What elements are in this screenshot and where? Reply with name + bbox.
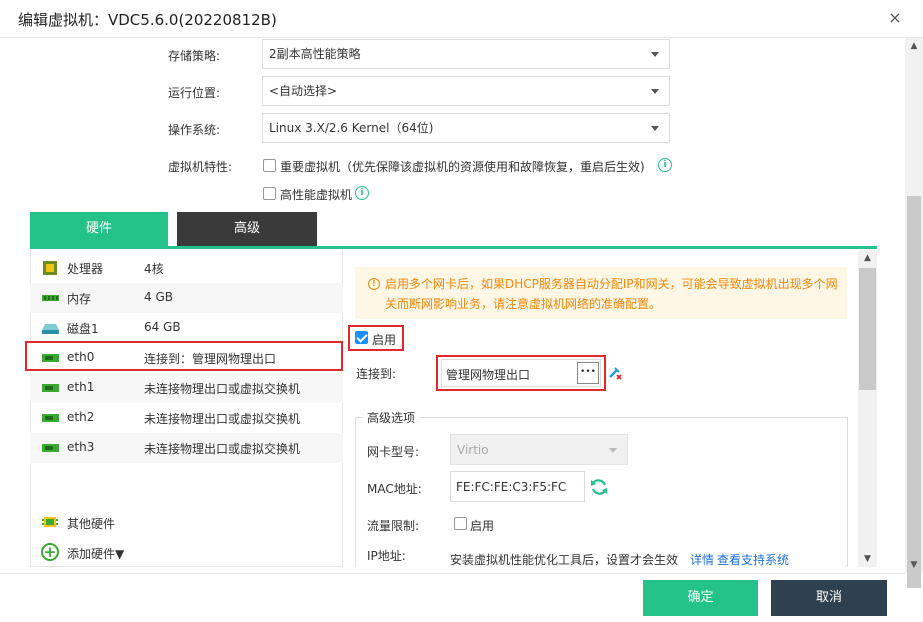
disconnect-icon[interactable]	[607, 364, 623, 380]
other-hardware-label: 其他硬件	[67, 517, 116, 531]
add-circle-icon: +	[41, 543, 59, 561]
nic-pane-scrollbar[interactable]: ▲ ▼	[858, 250, 877, 567]
scroll-down-arrow-icon[interactable]: ▼	[858, 551, 877, 567]
os-value: Linux 3.X/2.6 Kernel（64位)	[269, 121, 434, 135]
run-location-value: <自动选择>	[269, 84, 338, 98]
nic-type-value: Virtio	[457, 443, 489, 457]
nic-type-select[interactable]: Virtio	[450, 434, 628, 465]
os-label: 操作系统:	[168, 123, 221, 137]
hardware-item-value: 未连接物理出口或虚拟交换机	[144, 382, 301, 396]
eth0-highlight-box	[25, 341, 343, 371]
hardware-item-eth2[interactable]: eth2 未连接物理出口或虚拟交换机	[30, 403, 343, 433]
warning-info-icon: !	[368, 278, 380, 290]
dialog-footer	[0, 573, 905, 622]
memory-icon	[42, 295, 59, 301]
ip-detail-link[interactable]: 详情	[690, 551, 714, 568]
cancel-button[interactable]: 取消	[771, 580, 887, 616]
tab-underline	[30, 246, 877, 249]
rate-limit-checkbox[interactable]	[454, 517, 467, 530]
mac-value: FE:FC:FE:C3:F5:FC	[456, 480, 567, 494]
chevron-down-icon	[651, 126, 659, 131]
refresh-icon[interactable]	[589, 477, 609, 497]
hardware-item-value: 未连接物理出口或虚拟交换机	[144, 442, 301, 456]
important-vm-label: 重要虚拟机（优先保障该虚拟机的资源使用和故障恢复，重启后生效)	[280, 160, 645, 174]
storage-policy-select[interactable]: 2副本高性能策略	[262, 39, 670, 69]
ip-label: IP地址:	[367, 549, 406, 563]
add-hardware-button[interactable]: + 添加硬件▼	[30, 538, 170, 566]
hardware-item-eth3[interactable]: eth3 未连接物理出口或虚拟交换机	[30, 433, 343, 463]
add-hardware-label: 添加硬件▼	[67, 547, 125, 561]
connect-to-label: 连接到:	[356, 367, 397, 381]
chevron-down-icon	[651, 52, 659, 57]
storage-policy-value: 2副本高性能策略	[269, 47, 361, 61]
run-location-select[interactable]: <自动选择>	[262, 76, 670, 106]
warning-text: 启用多个网卡后，如果DHCP服务器自动分配IP和网关，可能会导致虚拟机出现多个网…	[385, 277, 838, 311]
hardware-item-name: eth2	[67, 410, 95, 424]
tab-advanced[interactable]: 高级	[177, 212, 317, 246]
connect-highlight-box	[436, 355, 606, 391]
hardware-item-memory[interactable]: 内存 4 GB	[30, 283, 343, 313]
info-icon[interactable]: i	[355, 186, 369, 200]
ok-button[interactable]: 确定	[643, 580, 758, 616]
storage-policy-label: 存储策略:	[168, 49, 221, 63]
high-perf-vm-checkbox[interactable]	[263, 187, 276, 200]
info-icon[interactable]: i	[658, 158, 672, 172]
hardware-item-name: eth3	[67, 440, 95, 454]
run-location-label: 运行位置:	[168, 86, 221, 100]
chevron-down-icon	[609, 448, 617, 453]
ip-hint: 安装虚拟机性能优化工具后，设置才会生效	[450, 553, 679, 567]
mac-label: MAC地址:	[367, 482, 422, 496]
rate-limit-cb-label: 启用	[470, 519, 495, 533]
disk-icon	[42, 324, 59, 334]
enable-highlight-box	[348, 325, 404, 351]
hardware-item-value: 4核	[144, 262, 164, 276]
os-select[interactable]: Linux 3.X/2.6 Kernel（64位)	[262, 113, 670, 143]
hardware-item-name: 处理器	[67, 262, 104, 276]
cpu-icon	[43, 261, 57, 275]
vm-features-label: 虚拟机特性:	[168, 160, 233, 174]
hardware-item-value: 未连接物理出口或虚拟交换机	[144, 412, 301, 426]
chevron-down-icon	[651, 89, 659, 94]
high-perf-vm-label: 高性能虚拟机	[280, 188, 353, 202]
nic-icon	[42, 384, 59, 392]
mac-input[interactable]: FE:FC:FE:C3:F5:FC	[450, 471, 585, 502]
nic-icon	[42, 414, 59, 422]
hardware-item-name: 内存	[67, 292, 92, 306]
ip-support-link[interactable]: 查看支持系统	[717, 551, 789, 568]
nic-type-label: 网卡型号:	[367, 445, 420, 459]
hardware-item-value: 64 GB	[144, 320, 181, 334]
dialog-title: 编辑虚拟机：VDC5.6.0(20220812B)	[18, 11, 277, 29]
important-vm-checkbox[interactable]	[263, 159, 276, 172]
scrollbar-thumb[interactable]	[907, 196, 921, 588]
scrollbar-thumb[interactable]	[859, 268, 876, 390]
nic-icon	[42, 444, 59, 452]
hardware-item-cpu[interactable]: 处理器 4核	[30, 253, 343, 283]
rate-limit-label: 流量限制:	[367, 519, 420, 533]
other-hardware-icon	[42, 517, 58, 527]
hardware-item-name: eth1	[67, 380, 95, 394]
scroll-up-arrow-icon[interactable]: ▲	[858, 250, 877, 266]
close-icon[interactable]: ×	[886, 9, 904, 27]
hardware-item-disk1[interactable]: 磁盘1 64 GB	[30, 313, 343, 343]
scroll-down-arrow-icon[interactable]: ▼	[905, 557, 923, 573]
dialog-scrollbar[interactable]: ▲ ▼	[905, 38, 923, 588]
hardware-item-value: 4 GB	[144, 290, 173, 304]
advanced-options-legend: 高级选项	[363, 409, 420, 426]
hardware-item-eth1[interactable]: eth1 未连接物理出口或虚拟交换机	[30, 373, 343, 403]
tab-hardware[interactable]: 硬件	[30, 212, 168, 246]
hardware-item-name: 磁盘1	[67, 322, 99, 336]
other-hardware-item[interactable]: 其他硬件	[30, 508, 343, 536]
scroll-up-arrow-icon[interactable]: ▲	[905, 38, 923, 54]
